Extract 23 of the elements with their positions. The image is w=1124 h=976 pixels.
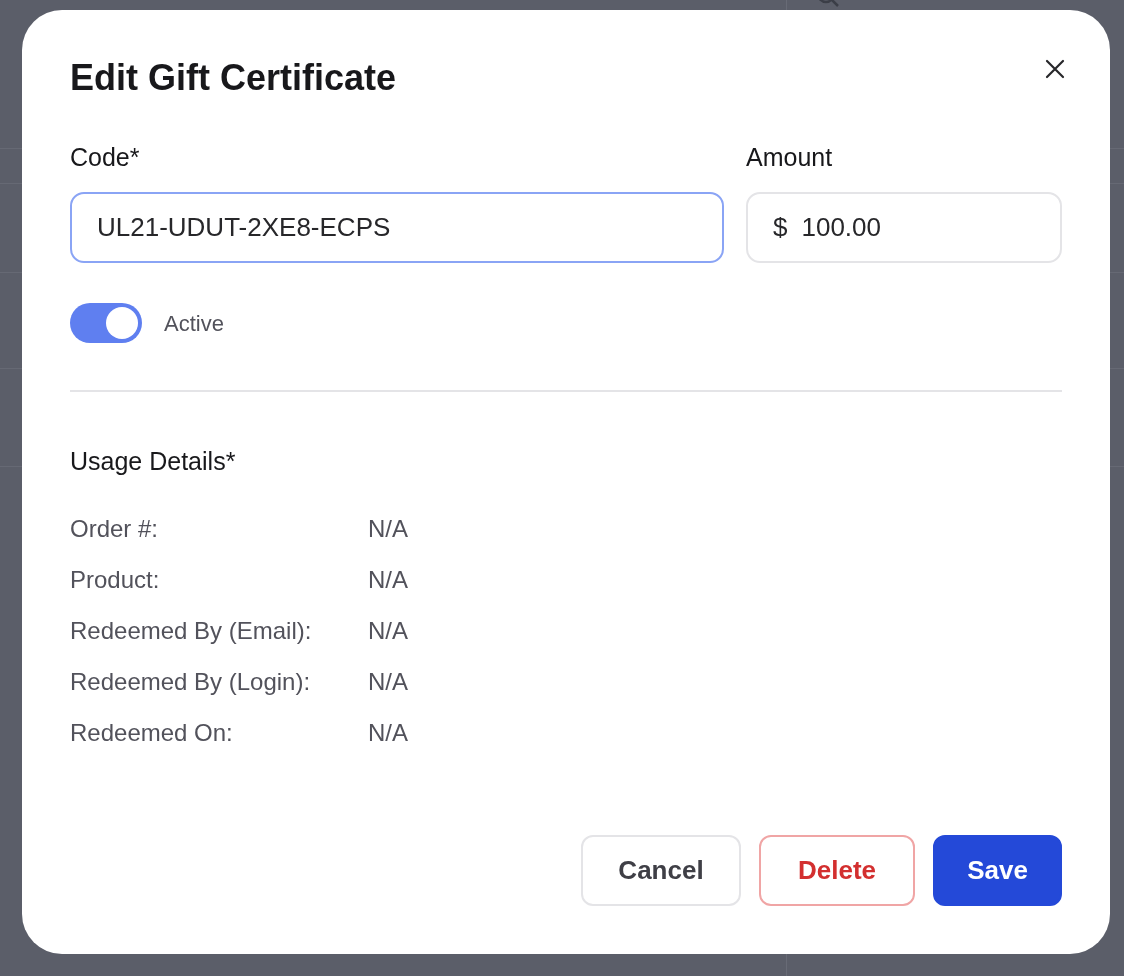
- detail-label: Redeemed By (Login):: [70, 667, 312, 697]
- detail-value: N/A: [368, 565, 409, 595]
- delete-button[interactable]: Delete: [759, 835, 915, 906]
- detail-label: Redeemed By (Email):: [70, 616, 313, 646]
- section-title: Usage Details*: [70, 446, 237, 476]
- toggle-label: Active: [164, 309, 224, 338]
- detail-label: Product:: [70, 565, 161, 595]
- detail-label: Order #:: [70, 514, 160, 544]
- detail-label: Redeemed On:: [70, 718, 234, 748]
- currency-prefix: $: [773, 211, 788, 244]
- code-field[interactable]: UL21-UDUT-2XE8-ECPS: [70, 192, 724, 263]
- detail-value: N/A: [368, 616, 409, 646]
- save-button[interactable]: Save: [933, 835, 1062, 906]
- active-toggle[interactable]: [70, 303, 142, 343]
- cancel-button[interactable]: Cancel: [581, 835, 741, 906]
- dialog-title: Edit Gift Certificate: [70, 58, 397, 98]
- detail-value: N/A: [368, 514, 409, 544]
- detail-value: N/A: [368, 667, 409, 697]
- detail-value: N/A: [368, 718, 409, 748]
- amount-field[interactable]: $ 100.00: [746, 192, 1062, 263]
- field-label: Amount: [746, 142, 834, 172]
- field-label: Code*: [70, 142, 141, 172]
- close-icon: [1045, 59, 1065, 79]
